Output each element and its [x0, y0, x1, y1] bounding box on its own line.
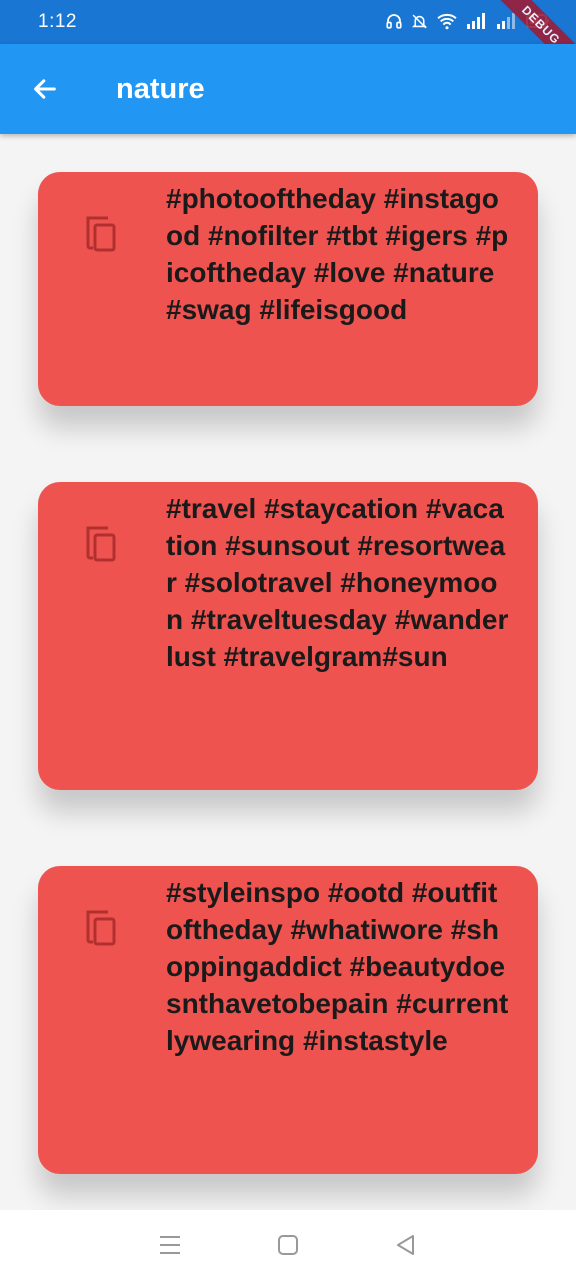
back-icon[interactable]: [394, 1234, 418, 1256]
menu-icon[interactable]: [158, 1234, 182, 1256]
system-nav-bar: [0, 1210, 576, 1280]
arrow-left-icon: [34, 79, 56, 99]
copy-icon[interactable]: [84, 216, 118, 252]
hashtag-list[interactable]: #photooftheday #instagood #nofilter #tbt…: [0, 134, 576, 1210]
status-time: 1:12: [38, 11, 77, 32]
hashtag-text: #photooftheday #instagood #nofilter #tbt…: [166, 183, 509, 325]
mute-icon: [411, 14, 428, 28]
copy-icon[interactable]: [84, 526, 118, 562]
hashtag-card[interactable]: #photooftheday #instagood #nofilter #tbt…: [38, 172, 538, 406]
copy-icon[interactable]: [84, 910, 118, 946]
hashtag-card[interactable]: #travel #staycation #vacation #sunsout #…: [38, 482, 538, 790]
home-icon[interactable]: [277, 1234, 299, 1256]
page-title: nature: [116, 72, 205, 105]
headphones-icon: [386, 14, 402, 29]
hashtag-card[interactable]: #styleinspo #ootd #outfitoftheday #whati…: [38, 866, 538, 1174]
status-bar: 1:12: [0, 0, 576, 44]
wifi-icon: [437, 13, 457, 30]
hashtag-text: #styleinspo #ootd #outfitoftheday #whati…: [166, 877, 509, 1056]
back-button[interactable]: [0, 44, 90, 134]
app-bar: nature: [0, 44, 576, 134]
hashtag-text: #travel #staycation #vacation #sunsout #…: [166, 493, 509, 672]
signal-icon: [467, 13, 485, 29]
